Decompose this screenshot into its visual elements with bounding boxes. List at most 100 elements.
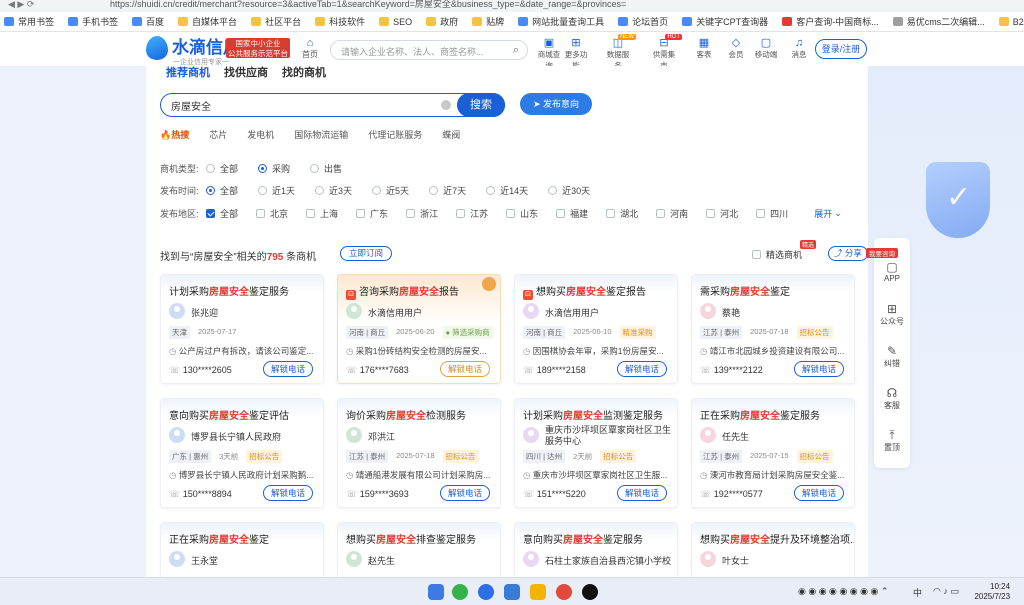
- tab-find-supplier[interactable]: 找供应商: [224, 66, 268, 80]
- filter-option-region[interactable]: 湖北: [606, 207, 638, 220]
- bookmark-item[interactable]: B2B: [998, 17, 1024, 27]
- filter-option-time[interactable]: 近14天: [486, 184, 528, 197]
- filter-option-region[interactable]: 山东: [506, 207, 538, 220]
- card-title[interactable]: 意向购买房屋安全鉴定服务: [523, 531, 643, 546]
- radio-button[interactable]: [258, 164, 268, 173]
- card-title[interactable]: 计划采购房屋安全监测鉴定服务: [523, 407, 663, 422]
- bookmark-item[interactable]: 百度: [132, 15, 164, 28]
- opportunity-card[interactable]: 计划采购房屋安全监测鉴定服务 重庆市沙坪坝区覃家岗社区卫生服务中心 四川 | 达州 2…: [514, 398, 678, 508]
- radio-button[interactable]: [429, 186, 439, 195]
- filter-option-region[interactable]: 全部: [206, 207, 238, 220]
- opportunity-card[interactable]: 计划采购房屋安全鉴定服务张兆迎天津 2025-07-17 公产房过户有拆改，请该公司…: [160, 274, 324, 384]
- nav-item[interactable]: ♫ 消息: [785, 37, 813, 60]
- filter-option-time[interactable]: 近1天: [258, 184, 295, 197]
- opportunity-card[interactable]: ⊡ 咨询采购房屋安全报告 水滴信用用户 河南 | 商丘 2025-06-20 ● 筛选采购…: [337, 274, 501, 384]
- card-title[interactable]: 想购买房屋安全提升及环境整治项...: [700, 531, 854, 546]
- hot-search-item[interactable]: 国际物流运输: [294, 128, 348, 141]
- sidebar-item[interactable]: ▢ APP: [874, 260, 910, 283]
- checkbox[interactable]: [306, 209, 316, 218]
- filter-option-time[interactable]: 近5天: [372, 184, 409, 197]
- browser-url-bar[interactable]: ◀ ▶ ⟳ https://shuidi.cn/credit/merchant?…: [0, 0, 1024, 12]
- search-button[interactable]: 搜索: [457, 93, 505, 117]
- card-title[interactable]: 计划采购房屋安全鉴定服务: [169, 283, 289, 298]
- network-volume-icons[interactable]: ◠ ♪ ▭: [933, 586, 959, 597]
- filter-option-type[interactable]: 全部: [206, 162, 238, 175]
- opportunity-card[interactable]: 意向购买房屋安全鉴定评估博罗县长宁镇人民政府广东 | 惠州 3天前招标公告博罗县长…: [160, 398, 324, 508]
- checkbox[interactable]: [606, 209, 616, 218]
- bookmark-item[interactable]: 贴牌: [472, 15, 504, 28]
- radio-button[interactable]: [206, 186, 215, 195]
- checkbox[interactable]: [756, 209, 766, 218]
- bookmark-item[interactable]: 科技软件: [315, 15, 365, 28]
- selected-checkbox[interactable]: [752, 250, 761, 259]
- hot-search-item[interactable]: 发电机: [247, 128, 274, 141]
- filter-option-type[interactable]: 出售: [310, 162, 342, 175]
- checkbox[interactable]: [506, 209, 516, 218]
- card-title[interactable]: 正在采购房屋安全鉴定服务: [700, 407, 820, 422]
- checkbox[interactable]: [656, 209, 666, 218]
- bookmark-item[interactable]: 自媒体平台: [178, 15, 237, 28]
- app-dark-icon[interactable]: [582, 584, 598, 600]
- unlock-phone-button[interactable]: 解锁电话: [617, 361, 667, 377]
- bookmark-item[interactable]: SEO: [379, 17, 412, 27]
- browser-app-icon[interactable]: [504, 584, 520, 600]
- opportunity-card[interactable]: ⊡想购买房屋安全鉴定报告水滴信用用户河南 | 商丘 2025-06-10 精准采购因…: [514, 274, 678, 384]
- search-icon[interactable]: ⌕: [513, 44, 519, 57]
- unlock-phone-button[interactable]: 解锁电话: [263, 361, 313, 377]
- nav-item[interactable]: ▦ 客表: [690, 37, 718, 60]
- share-button[interactable]: ⤴ 分享: [828, 246, 868, 261]
- expand-button[interactable]: 展开: [814, 207, 832, 220]
- home-link[interactable]: ⌂ 首页: [300, 37, 320, 60]
- hot-search-item[interactable]: 代理记账服务: [368, 128, 422, 141]
- bookmark-item[interactable]: 手机书签: [68, 15, 118, 28]
- filter-option-region[interactable]: 广东: [356, 207, 388, 220]
- tab-my-opportunities[interactable]: 找的商机: [282, 66, 326, 80]
- radio-button[interactable]: [258, 186, 268, 195]
- browser-nav-icons[interactable]: ◀ ▶ ⟳: [8, 0, 34, 9]
- hot-search-item[interactable]: 芯片: [209, 128, 227, 141]
- bookmark-item[interactable]: 常用书签: [4, 15, 54, 28]
- opportunity-search-input[interactable]: 房屋安全 搜索: [160, 93, 505, 117]
- opportunity-card[interactable]: 正在采购房屋安全鉴定服务任先生江苏 | 泰州 2025-07-15 招标公告溧河市教…: [691, 398, 855, 508]
- filter-option-region[interactable]: 江苏: [456, 207, 488, 220]
- header-search-input[interactable]: 请输入企业名称、法人、商签名称... ⌕: [330, 40, 528, 60]
- login-register-button[interactable]: 登录/注册: [815, 39, 867, 59]
- card-title[interactable]: 正在采购房屋安全鉴定: [169, 531, 269, 546]
- bookmark-item[interactable]: 客户查询-中国商标...: [782, 15, 879, 28]
- filter-option-region[interactable]: 河北: [706, 207, 738, 220]
- subscribe-button[interactable]: 立即订阅: [340, 246, 392, 261]
- filter-option-time[interactable]: 全部: [206, 184, 238, 197]
- app-icon[interactable]: [478, 584, 494, 600]
- windows-start-icon[interactable]: [428, 584, 444, 600]
- bookmark-item[interactable]: 社区平台: [251, 15, 301, 28]
- unlock-phone-button[interactable]: 解锁电话: [440, 361, 490, 377]
- card-title[interactable]: 询价采购房屋安全检测服务: [346, 407, 466, 422]
- card-title[interactable]: 想购买房屋安全排查鉴定服务: [346, 531, 476, 546]
- publish-intent-button[interactable]: ➤ 发布意向: [520, 93, 592, 115]
- sidebar-item[interactable]: ⊞ 公众号: [874, 302, 910, 327]
- radio-button[interactable]: [548, 186, 558, 195]
- filter-option-region[interactable]: 河南: [656, 207, 688, 220]
- filter-option-region[interactable]: 福建: [556, 207, 588, 220]
- nav-item[interactable]: ◇ 会员: [722, 37, 750, 60]
- sidebar-item[interactable]: ⤒ 置顶: [874, 428, 910, 453]
- sidebar-item[interactable]: ✎ 纠错: [874, 344, 910, 369]
- opportunity-card[interactable]: 需采购房屋安全鉴定蔡艳江苏 | 泰州 2025-07-18 招标公告靖江市北园城乡投…: [691, 274, 855, 384]
- hot-search-item[interactable]: 蝶阀: [442, 128, 460, 141]
- selected-opportunities-toggle[interactable]: 精选商机: [752, 248, 802, 261]
- card-title[interactable]: ⊡ 咨询采购房屋安全报告: [346, 283, 459, 300]
- checkbox[interactable]: [256, 209, 266, 218]
- bookmark-item[interactable]: 关键字CPT查询器: [682, 15, 768, 28]
- nav-item[interactable]: ▢ 移动端: [752, 37, 780, 60]
- unlock-phone-button[interactable]: 解锁电话: [617, 485, 667, 501]
- opportunity-card[interactable]: 询价采购房屋安全检测服务邓洪江江苏 | 泰州 2025-07-18 招标公告靖通船港…: [337, 398, 501, 508]
- checkbox[interactable]: [206, 209, 215, 218]
- radio-button[interactable]: [372, 186, 382, 195]
- tray-icons[interactable]: ◉ ◉ ◉ ◉ ◉ ◉ ◉ ◉ ⌃: [798, 586, 888, 597]
- clear-search-icon[interactable]: [441, 100, 451, 110]
- chevron-down-icon[interactable]: ⌄: [834, 208, 842, 219]
- checkbox[interactable]: [356, 209, 366, 218]
- filter-option-time[interactable]: 近30天: [548, 184, 590, 197]
- checkbox[interactable]: [706, 209, 716, 218]
- bookmark-item[interactable]: 论坛首页: [618, 15, 668, 28]
